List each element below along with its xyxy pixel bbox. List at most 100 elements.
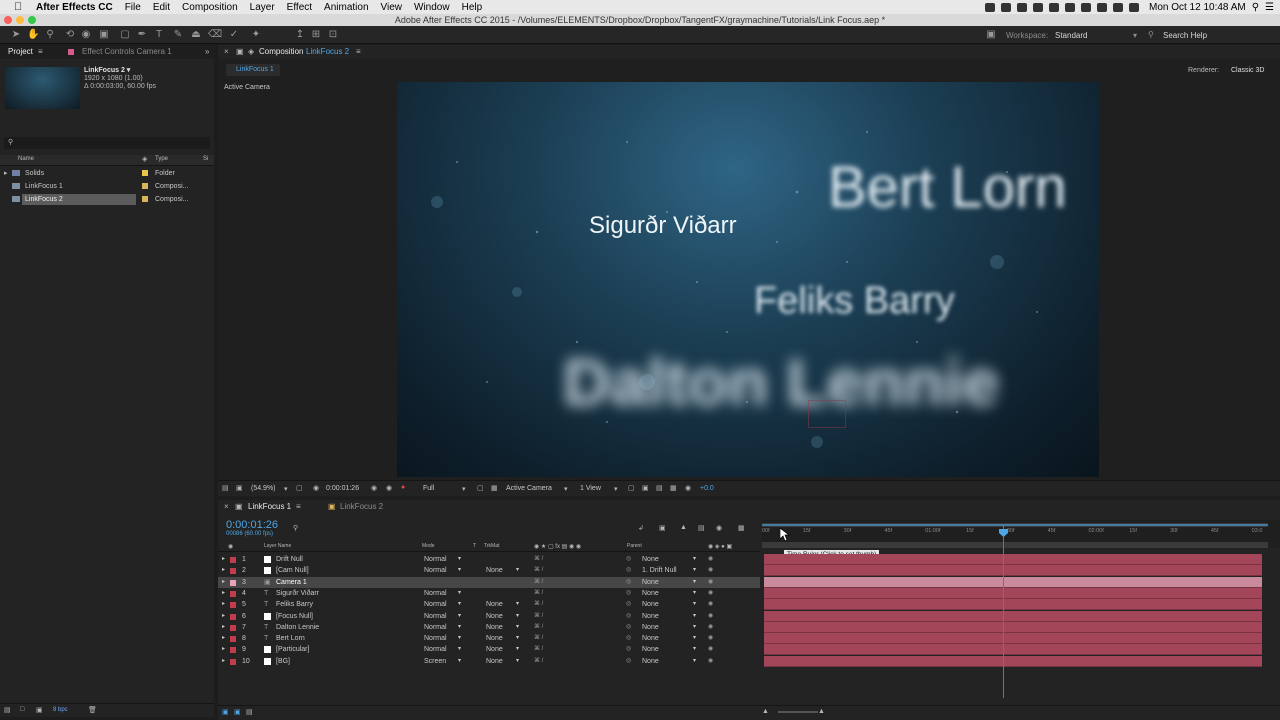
layer-row[interactable]: ▸ 8 T Bert Lorn Normal ▾ None ▾ ⌘ / ◎ None ▾ ◉ <box>218 633 760 644</box>
label-color[interactable] <box>142 183 148 189</box>
comp-name[interactable]: LinkFocus 2 ▾ <box>84 66 130 74</box>
chevron-down-icon[interactable]: ▾ <box>693 644 696 655</box>
search-icon[interactable]: ⚲ <box>1252 2 1259 13</box>
wifi-icon[interactable] <box>1080 2 1091 12</box>
label-color[interactable] <box>230 636 236 643</box>
parent-pickwhip-icon[interactable]: ◎ <box>626 656 631 667</box>
battery-icon[interactable] <box>1128 2 1139 12</box>
trash-icon[interactable]: 🗑 <box>88 706 97 714</box>
parent-pickwhip-icon[interactable]: ◎ <box>626 588 631 599</box>
menu-effect[interactable]: Effect <box>287 2 312 13</box>
disclosure-triangle-icon[interactable]: ▸ <box>222 599 225 610</box>
visibility-eye-icon[interactable]: ◉ <box>708 611 713 622</box>
disclosure-triangle-icon[interactable]: ▸ <box>222 622 225 633</box>
menu-composition[interactable]: Composition <box>182 2 238 13</box>
layer-row[interactable]: ▸ 7 T Dalton Lennie Normal ▾ None ▾ ⌘ / ◎ None ▾ ◉ <box>218 622 760 633</box>
label-color[interactable] <box>230 624 236 631</box>
chevron-down-icon[interactable]: ▾ <box>458 599 461 610</box>
column-mode[interactable]: Mode <box>422 543 435 549</box>
tab-timeline-linkfocus2[interactable]: LinkFocus 2 <box>340 500 383 514</box>
chevron-down-icon[interactable]: ▾ <box>516 622 519 633</box>
disclosure-triangle-icon[interactable]: ▸ <box>222 656 225 667</box>
visibility-eye-icon[interactable]: ◉ <box>708 644 713 655</box>
region-of-interest-icon[interactable]: ▢ <box>477 484 484 492</box>
parent-pickwhip-icon[interactable]: ◎ <box>626 622 631 633</box>
layer-duration-bar[interactable] <box>764 610 1262 622</box>
chevron-down-icon[interactable]: ▾ <box>458 611 461 622</box>
bit-depth-toggle[interactable]: 8 bpc <box>53 707 68 713</box>
type-tool-icon[interactable]: T <box>153 29 165 41</box>
chevron-down-icon[interactable]: ▾ <box>564 485 568 493</box>
app-menu[interactable]: After Effects CC <box>36 2 113 13</box>
flag-icon[interactable] <box>1112 2 1123 12</box>
column-t[interactable]: T <box>473 543 476 549</box>
view-camera-dropdown[interactable]: Active Camera <box>506 485 552 492</box>
project-item-solids[interactable]: ▸ Solids Folder <box>0 168 214 179</box>
switch-icons[interactable]: ⌘ / <box>534 554 543 565</box>
chevron-down-icon[interactable]: ▾ <box>458 656 461 667</box>
layer-duration-bar[interactable] <box>764 633 1262 645</box>
parent-pickwhip-icon[interactable]: ◎ <box>626 633 631 644</box>
zoom-window-icon[interactable] <box>28 16 36 24</box>
tab-effect-controls[interactable]: Effect Controls Camera 1 <box>82 45 172 59</box>
resolution-dropdown[interactable]: Full <box>423 485 434 492</box>
timeline-current-time[interactable]: 0:00:01:26 <box>226 519 278 531</box>
chevron-down-icon[interactable]: ▾ <box>516 611 519 622</box>
current-time[interactable]: 0:00:01:26 <box>326 485 359 492</box>
exposure-value[interactable]: +0.0 <box>700 485 714 492</box>
layer-duration-bar[interactable] <box>764 565 1262 577</box>
panel-menu-icon[interactable]: ≡ <box>356 45 361 59</box>
zoom-dropdown[interactable]: (54.9%) <box>251 485 276 492</box>
label-color[interactable] <box>142 196 148 202</box>
switch-icons[interactable]: ⌘ / <box>534 644 543 655</box>
close-tab-icon[interactable]: × <box>224 500 229 514</box>
pan-behind-icon[interactable]: ▣ <box>98 29 110 41</box>
text-feliks-barry[interactable]: Feliks Barry <box>754 280 955 323</box>
label-color[interactable] <box>230 613 236 620</box>
menu-animation[interactable]: Animation <box>324 2 368 13</box>
column-size[interactable]: Si <box>203 156 208 162</box>
safe-zones-icon[interactable]: ▢ <box>296 484 303 492</box>
label-color[interactable] <box>230 602 236 609</box>
search-icon[interactable]: ⚲ <box>293 524 298 532</box>
timeline-icon[interactable]: ▤ <box>656 484 663 492</box>
chevron-down-icon[interactable]: ▾ <box>1133 31 1137 40</box>
interpret-footage-icon[interactable]: ▤ <box>4 706 11 714</box>
eraser-tool-icon[interactable]: ⌫ <box>208 29 222 41</box>
time-ruler[interactable]: 00f 15f 30f 45f 01:00f 15f 30f 45f 02:00f 15f 30f 4… <box>762 520 1280 559</box>
draft-3d-icon[interactable]: ▣ <box>659 524 666 532</box>
zoom-slider[interactable] <box>778 711 818 713</box>
switch-icons[interactable]: ⌘ / <box>534 599 543 610</box>
pen-tool-icon[interactable]: ✒ <box>136 29 148 41</box>
shy-icon[interactable]: ▲ <box>680 524 687 531</box>
visibility-eye-icon[interactable]: ◉ <box>708 656 713 667</box>
chevron-down-icon[interactable]: ▾ <box>516 565 519 576</box>
chevron-down-icon[interactable]: ▾ <box>458 633 461 644</box>
layer-row[interactable]: ▸ 9 [Particular] Normal ▾ None ▾ ⌘ / ◎ None ▾ ◉ <box>218 644 760 655</box>
disclosure-triangle-icon[interactable]: ▸ <box>222 633 225 644</box>
layer-row[interactable]: ▸ 5 T Feliks Barry Normal ▾ None ▾ ⌘ / ◎ None ▾ ◉ <box>218 599 760 610</box>
search-help-field[interactable]: Search Help <box>1163 31 1207 40</box>
local-axis-icon[interactable]: ↥ <box>294 29 306 41</box>
parent-pickwhip-icon[interactable]: ◎ <box>626 599 631 610</box>
layer-duration-bar[interactable] <box>764 599 1262 611</box>
project-item-linkfocus2[interactable]: LinkFocus 2 Composi... <box>0 194 214 205</box>
view-axis-icon[interactable]: ⊡ <box>327 29 339 41</box>
chevron-down-icon[interactable]: ▾ <box>458 565 461 576</box>
project-search-input[interactable]: ⚲ <box>4 137 210 149</box>
breadcrumb-comp[interactable]: LinkFocus 1 <box>236 66 274 73</box>
world-axis-icon[interactable]: ⊞ <box>310 29 322 41</box>
visibility-eye-icon[interactable]: ◉ <box>708 565 713 576</box>
chevron-down-icon[interactable]: ▾ <box>693 577 696 588</box>
reset-exposure-icon[interactable]: ◉ <box>685 484 691 492</box>
label-color[interactable] <box>230 590 236 597</box>
zoom-in-icon[interactable]: ▲ <box>818 708 825 715</box>
layer-row[interactable]: ▸ 1 Drift Null Normal ▾ ⌘ / ◎ None ▾ ◉ <box>218 554 760 565</box>
tab-timeline-linkfocus1[interactable]: LinkFocus 1 <box>248 500 291 514</box>
layer-duration-bar[interactable] <box>764 621 1262 633</box>
chevron-down-icon[interactable]: ▾ <box>693 565 696 576</box>
text-bert-lorn[interactable]: Bert Lorn <box>828 154 1067 221</box>
dropbox-icon[interactable] <box>1000 2 1011 12</box>
status-icon[interactable] <box>1064 2 1075 12</box>
label-color[interactable] <box>230 579 236 586</box>
